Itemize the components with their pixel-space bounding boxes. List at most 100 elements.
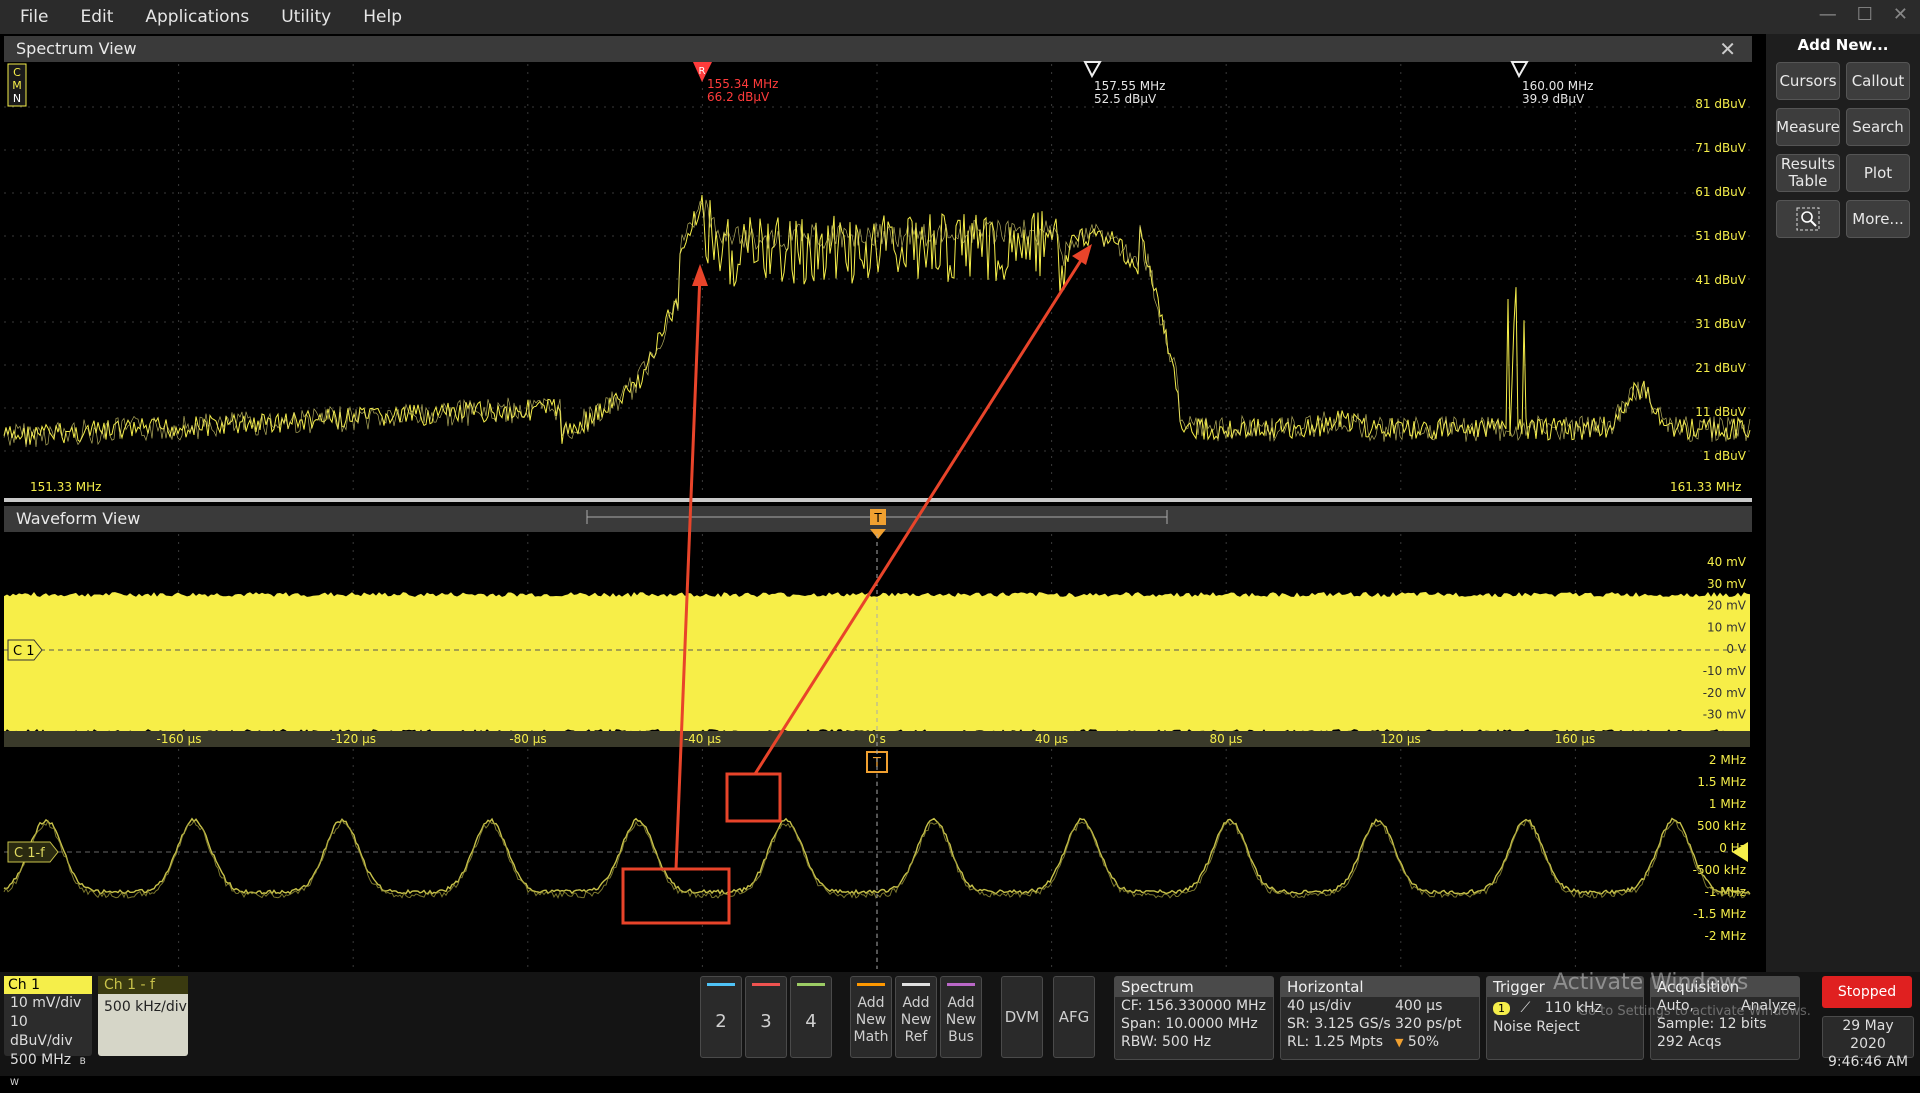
math-y-tick: -1.5 MHz [1693,907,1746,921]
more-button[interactable]: More... [1846,200,1910,238]
afg-button[interactable]: AFG [1053,976,1095,1058]
time-tick: 120 μs [1380,732,1421,746]
menu-utility[interactable]: Utility [266,7,346,27]
zoom-button[interactable] [1776,200,1840,238]
zoom-icon [1796,207,1820,231]
horizontal-badge[interactable]: Horizontal 40 μs/div 400 μs SR: 3.125 GS/… [1280,976,1480,1060]
ch1-y-tick: 40 mV [1707,555,1747,569]
time-tick: 160 μs [1555,732,1596,746]
ch1-indicator-label: C 1 [13,644,34,659]
time-tick: -160 μs [157,732,202,746]
annotation-box-peak [725,772,782,823]
add-new-math-button[interactable]: Add New Math [850,976,892,1058]
callout-button[interactable]: Callout [1846,62,1910,100]
ch4-button[interactable]: 4 [790,976,832,1058]
marker-ref-freq: 155.34 MHz [707,77,778,91]
ch1-y-tick: -10 mV [1703,664,1747,678]
marker-3[interactable]: 160.00 MHz 39.9 dBμV [1510,61,1593,106]
activate-windows-hint: Go to Settings to activate Windows. [1578,1004,1811,1019]
spectrum-x-stop: 161.33 MHz [1670,480,1741,494]
add-new-panel: Add New... Cursors Callout Measure Searc… [1766,34,1920,1054]
menu-help[interactable]: Help [348,7,417,27]
annotation-arrowhead-2 [1072,244,1092,265]
math-indicator-label: C 1-f [14,846,45,861]
ch1-badge-title: Ch 1 [4,976,92,994]
math-y-axis-labels: 2 MHz1.5 MHz1 MHz500 kHz0 Hz-500 kHz-1 M… [1693,753,1746,943]
activate-windows-watermark: Activate Windows [1553,970,1749,995]
add-new-ref-button[interactable]: Add New Ref [895,976,937,1058]
date-time: 29 May 2020 9:46:46 AM [1822,1016,1914,1070]
time: 9:46:46 AM [1827,1054,1909,1070]
annotation-box-trough [621,867,731,925]
ch1-y-tick: 30 mV [1707,577,1747,591]
menu-edit[interactable]: Edit [65,7,128,27]
trigger-position-icon: ▼ [1395,1036,1404,1049]
date: 29 May 2020 [1842,1018,1894,1052]
ch1-badge[interactable]: Ch 1 10 mV/div 10 dBuV/div 500 MHz B W [4,976,92,1088]
cursors-button[interactable]: Cursors [1776,62,1840,100]
ch1-f-badge[interactable]: Ch 1 - f 500 kHz/div [98,976,188,1056]
spectrum-x-start: 151.33 MHz [30,480,101,494]
marker-ref[interactable]: R 155.34 MHz 66.2 dBμV [693,62,778,104]
plot-button[interactable]: Plot [1846,154,1910,192]
close-icon[interactable]: ✕ [1893,4,1908,25]
spectrum-trace-shadow [3,199,1751,448]
marker-3-level: 39.9 dBμV [1522,92,1585,106]
spectrum-cf: CF: 156.330000 MHz [1121,998,1266,1014]
search-button[interactable]: Search [1846,108,1910,146]
ch1-y-tick: 0 V [1726,642,1746,656]
marker-ref-level: 66.2 dBμV [707,90,770,104]
spectrum-y-tick: 61 dBuV [1695,185,1747,199]
marker-3-freq: 160.00 MHz [1522,79,1593,93]
math-indicator[interactable]: C 1-f [7,841,59,863]
mode-letter-n: N [13,92,21,105]
add-new-title: Add New... [1797,36,1889,54]
ch3-button[interactable]: 3 [745,976,787,1058]
ch1-y-tick: 10 mV [1707,620,1747,634]
run-stop-button[interactable]: Stopped [1822,976,1912,1008]
spectrum-rbw: RBW: 500 Hz [1121,1034,1212,1050]
ch1-dbdiv: 10 dBuV/div [10,1014,73,1049]
time-tick: -120 μs [331,732,376,746]
maximize-icon[interactable]: ☐ [1857,4,1873,25]
ch1-y-tick: 20 mV [1707,599,1747,613]
math-y-tick: -2 MHz [1705,929,1746,943]
ch1-y-tick: -30 mV [1703,708,1747,722]
ch1-y-tick: -20 mV [1703,686,1747,700]
menu-bar: File Edit Applications Utility Help — ☐ … [0,0,1920,34]
results-table-button[interactable]: Results Table [1776,154,1840,192]
annotation-arrow-1 [674,273,702,870]
spectrum-y-tick: 81 dBuV [1695,97,1747,111]
spectrum-y-tick: 1 dBuV [1703,449,1747,463]
math-y-tick: 500 kHz [1697,819,1746,833]
marker-2-freq: 157.55 MHz [1094,79,1165,93]
ch1-bandwidth: 500 MHz [10,1052,72,1068]
marker-ref-letter: R [699,66,706,77]
rising-edge-icon: ⟋ [1520,1000,1531,1016]
trigger-source: 1 [1493,1002,1510,1015]
spectrum-y-tick: 51 dBuV [1695,229,1747,243]
horizontal-badge-title: Horizontal [1281,977,1479,997]
marker-2[interactable]: 157.55 MHz 52.5 dBμV [1083,61,1165,106]
menu-applications[interactable]: Applications [130,7,264,27]
add-new-bus-button[interactable]: Add New Bus [940,976,982,1058]
ch2-button[interactable]: 2 [700,976,742,1058]
view-splitter[interactable] [4,498,1752,502]
spectrum-grid [4,64,1750,494]
minimize-icon[interactable]: — [1819,4,1837,25]
menu-file[interactable]: File [5,7,63,27]
math-y-tick: 1 MHz [1709,797,1746,811]
spectrum-mode-badge: C M N [7,63,27,107]
mode-letter-c: C [13,66,21,79]
spectrum-y-tick: 21 dBuV [1695,361,1747,375]
spectrum-badge[interactable]: Spectrum CF: 156.330000 MHz Span: 10.000… [1114,976,1274,1060]
math-y-tick: 2 MHz [1709,753,1746,767]
spectrum-y-tick: 71 dBuV [1695,141,1747,155]
time-tick: -80 μs [509,732,546,746]
mode-letter-m: M [12,79,22,92]
dvm-button[interactable]: DVM [1001,976,1043,1058]
ch1-indicator[interactable]: C 1 [7,639,43,661]
measure-button[interactable]: Measure [1776,108,1840,146]
window-controls: — ☐ ✕ [1819,4,1908,25]
time-tick: -40 μs [684,732,721,746]
